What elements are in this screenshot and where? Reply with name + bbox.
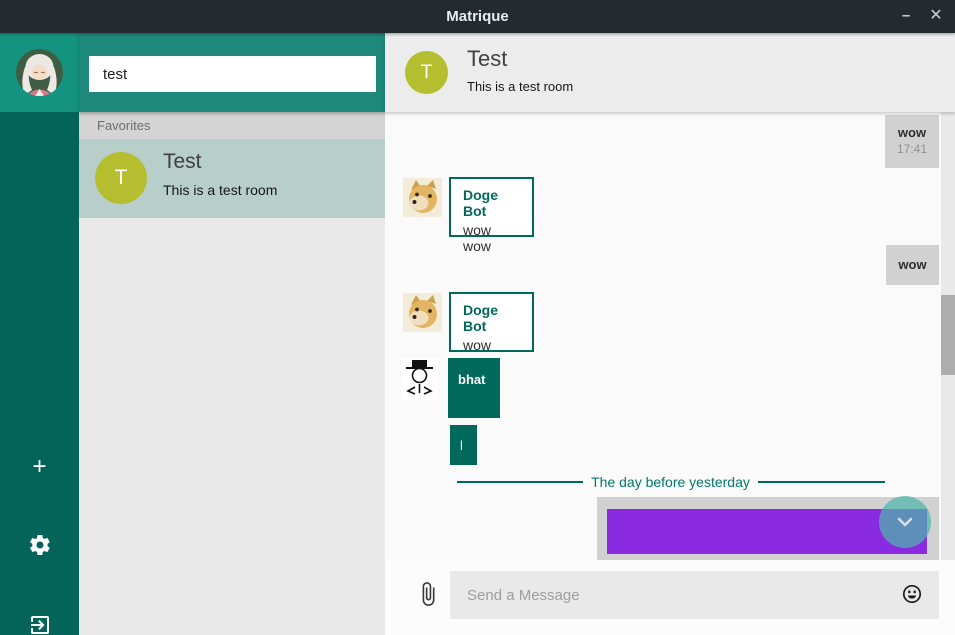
doge-bot-avatar (403, 178, 442, 217)
scrollbar-track[interactable] (941, 112, 955, 560)
user-avatar-image (16, 49, 63, 96)
search-bar (79, 33, 385, 112)
profile-section (0, 33, 79, 112)
message-bubble-bot: Doge Bot wow wow (449, 177, 534, 237)
scroll-to-bottom-button[interactable] (879, 496, 931, 548)
doge-avatar-image (403, 293, 442, 332)
smiley-icon (902, 584, 922, 604)
room-list-panel: Favorites T Test This is a test room (79, 33, 385, 635)
doge-bot-avatar (403, 293, 442, 332)
search-input[interactable] (89, 56, 376, 92)
paperclip-icon (415, 577, 441, 611)
logout-button[interactable] (0, 613, 79, 635)
doge-avatar-image (403, 178, 442, 217)
emoji-picker-button[interactable] (902, 584, 924, 606)
window-title: Matrique (0, 0, 955, 33)
close-button[interactable]: ✕ (919, 0, 953, 33)
room-topic: This is a test room (163, 182, 277, 198)
settings-button[interactable] (0, 533, 79, 562)
chevron-down-icon (892, 509, 918, 535)
left-rail: + (0, 33, 79, 635)
chat-room-subtitle: This is a test room (467, 79, 573, 94)
chat-room-avatar: T (405, 51, 448, 94)
bhat-avatar (401, 358, 438, 400)
app-window: Matrique – ✕ + (0, 0, 955, 635)
chat-header: T Test This is a test room (385, 33, 955, 112)
room-avatar: T (95, 152, 147, 204)
message-bubble-own: l (450, 425, 477, 465)
room-list-item-test[interactable]: T Test This is a test room (79, 139, 385, 218)
scrollbar-thumb[interactable] (941, 295, 955, 375)
message-text: wow (885, 125, 939, 140)
message-bubble-bot: Doge Bot wow wow (449, 292, 534, 352)
divider-line-right (758, 481, 885, 483)
message-text: wow (886, 257, 939, 272)
message-text: wow wow (463, 222, 520, 254)
user-avatar[interactable] (16, 49, 63, 96)
message-timestamp: 17:41 (885, 142, 939, 156)
message-text: l (460, 438, 463, 453)
gear-icon (28, 533, 52, 557)
date-divider: The day before yesterday (583, 474, 758, 490)
sender-name: Doge Bot (463, 302, 520, 334)
chat-area: T Test This is a test room wow 17:41 (385, 33, 955, 635)
message-bubble-member: bhat (448, 358, 500, 418)
room-name: Test (163, 150, 202, 174)
chat-room-title: Test (467, 46, 507, 72)
exit-icon (28, 613, 52, 635)
message-bubble-outgoing: wow 17:41 (885, 115, 939, 168)
sender-name: Doge Bot (463, 187, 520, 219)
title-bar: Matrique – ✕ (0, 0, 955, 33)
add-room-button[interactable]: + (0, 453, 79, 481)
minimize-button[interactable]: – (889, 0, 923, 33)
composer-bar (385, 560, 955, 635)
divider-line-left (457, 481, 583, 483)
attach-file-button[interactable] (415, 577, 443, 613)
message-text: bhat (458, 372, 485, 387)
stickman-hat-avatar-image (401, 358, 438, 400)
message-timeline: wow 17:41 Doge Bot wow wow (385, 112, 955, 560)
favorites-section-header: Favorites (79, 112, 385, 139)
message-input[interactable] (450, 571, 939, 619)
message-bubble-outgoing: wow (886, 245, 939, 285)
